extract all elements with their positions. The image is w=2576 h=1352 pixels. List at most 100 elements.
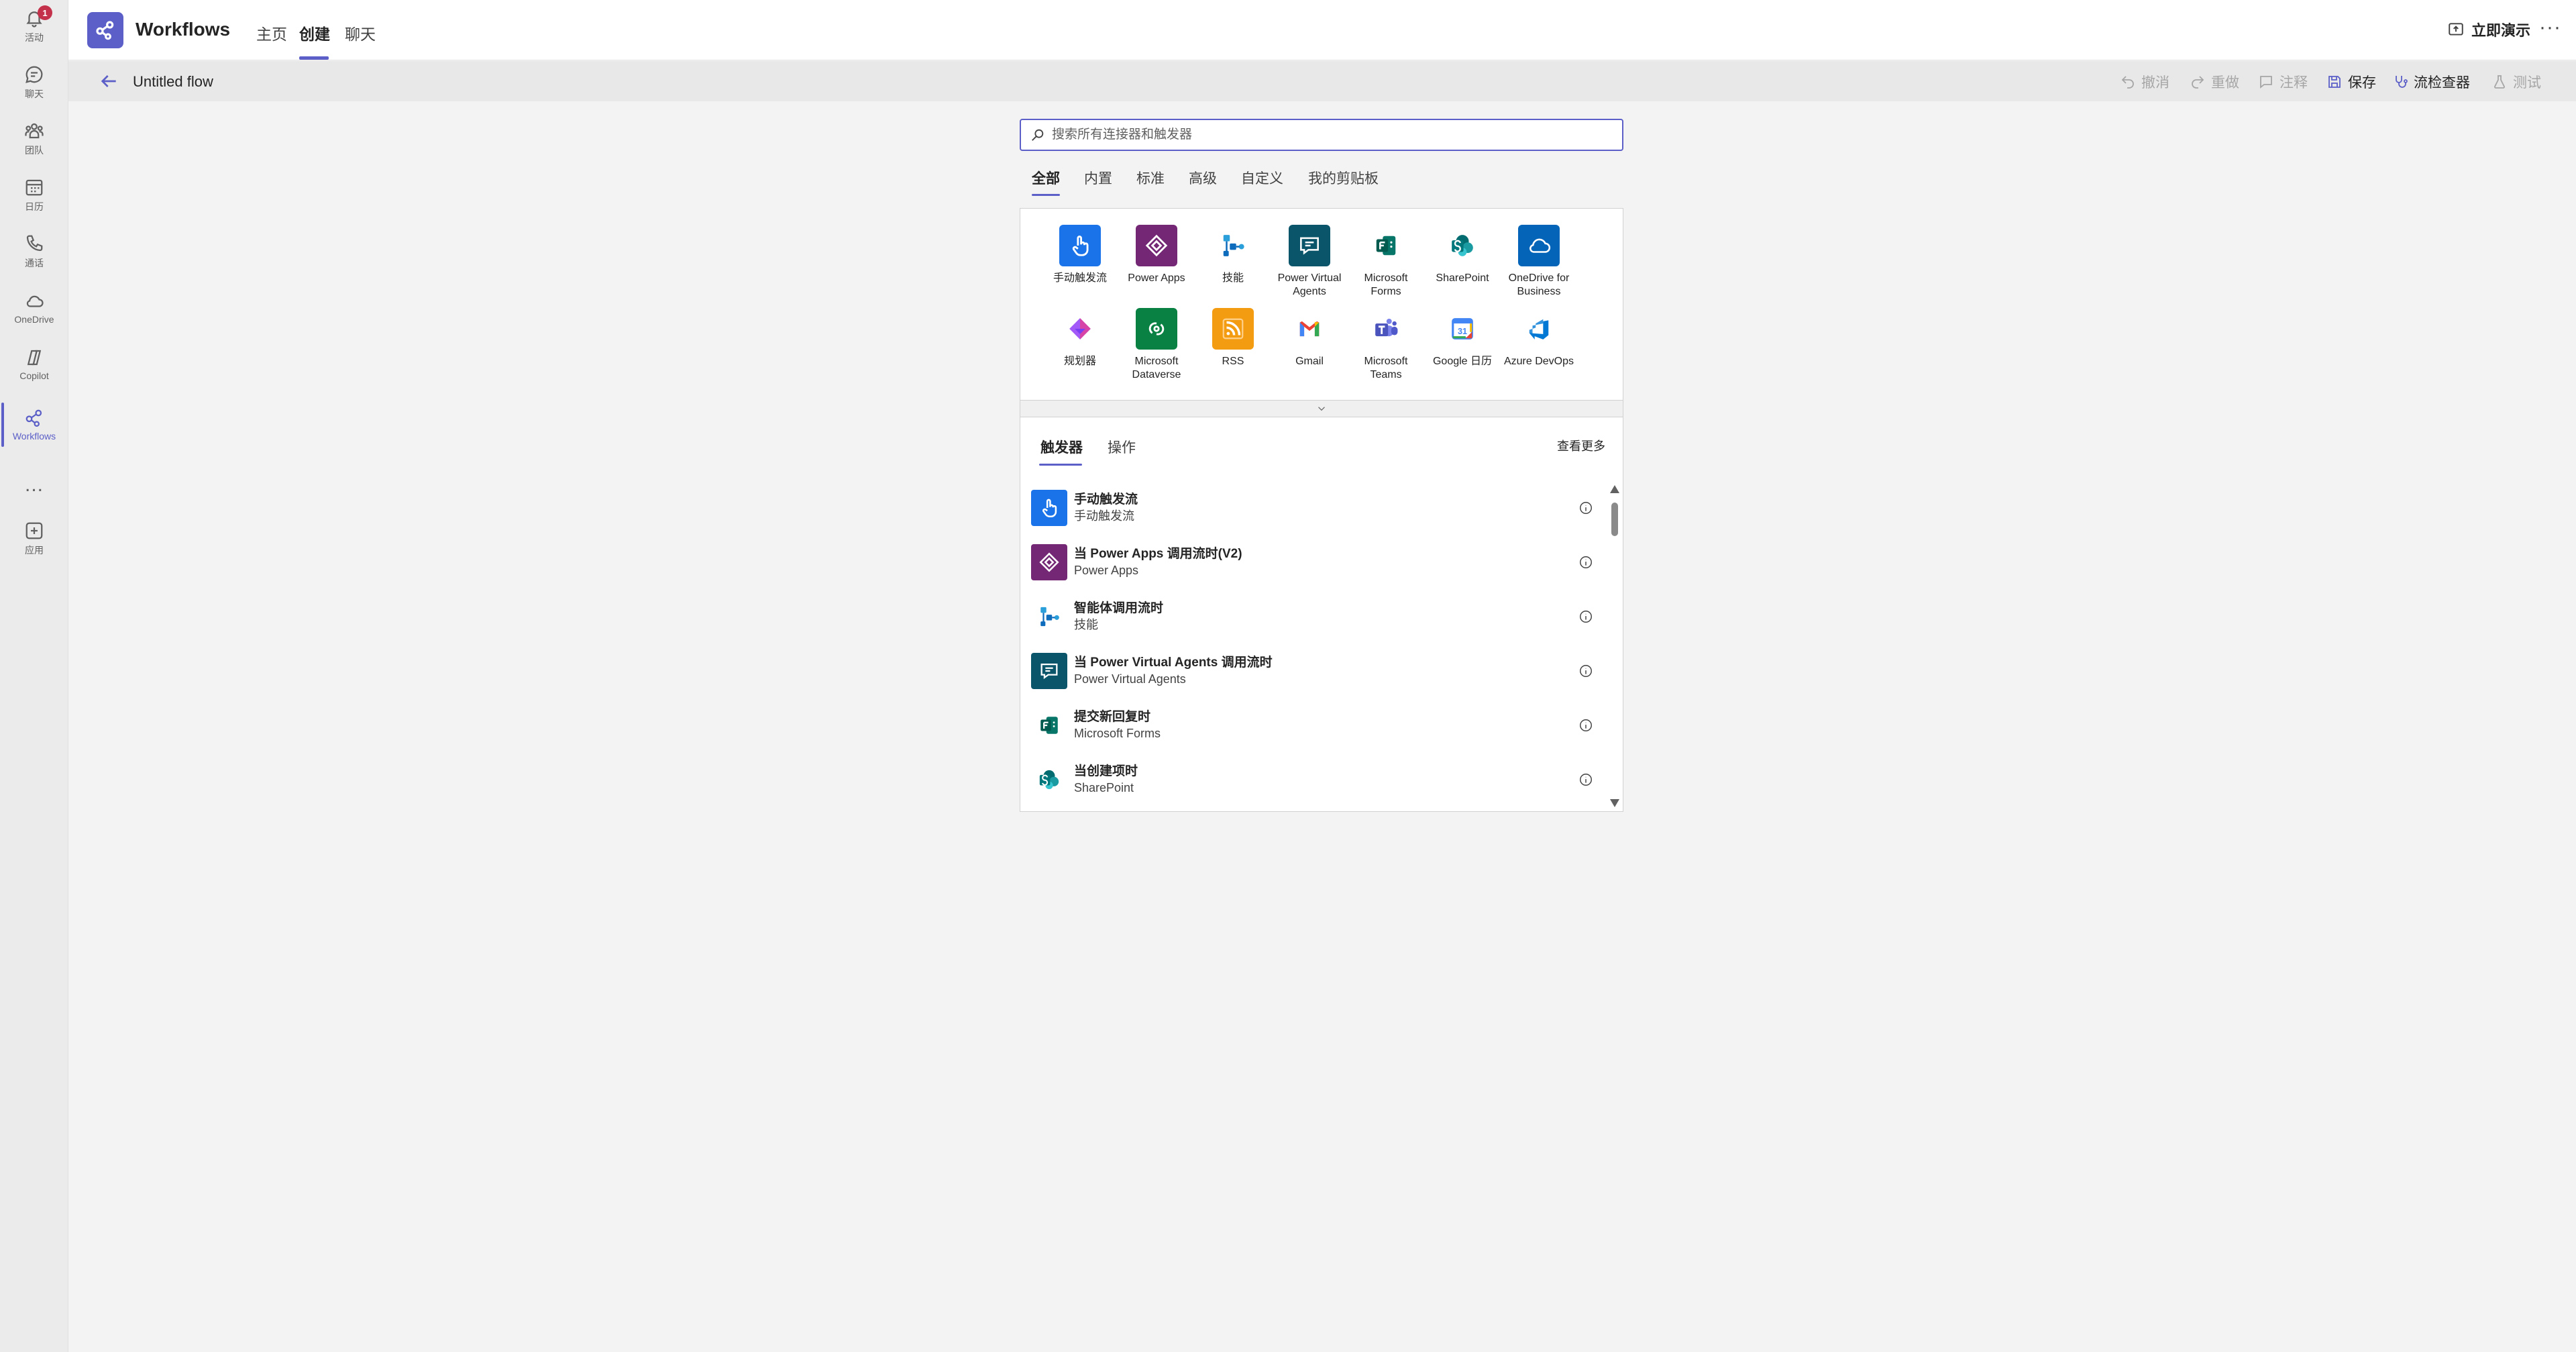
gmail-icon	[1289, 308, 1330, 350]
save-button[interactable]: 保存	[2326, 72, 2376, 92]
trigger-item[interactable]: 当 Power Virtual Agents 调用流时 Power Virtua…	[1031, 649, 1601, 692]
comment-button[interactable]: 注释	[2258, 72, 2308, 92]
hand-tap-icon	[1031, 490, 1067, 526]
rail-item-calendar[interactable]: 日历	[0, 169, 68, 221]
scroll-down-arrow-icon[interactable]	[1610, 799, 1619, 807]
info-icon[interactable]	[1578, 501, 1593, 515]
google-calendar-icon: 31	[1442, 308, 1483, 350]
redo-button[interactable]: 重做	[2190, 72, 2239, 92]
info-icon[interactable]	[1578, 772, 1593, 787]
rail-item-chat[interactable]: 聊天	[0, 56, 68, 109]
connector-planner[interactable]: 规划器	[1043, 308, 1117, 368]
save-label: 保存	[2348, 75, 2376, 91]
tab-home[interactable]: 主页	[256, 21, 287, 44]
search-input[interactable]	[1052, 127, 1602, 142]
trigger-title: 当 Power Apps 调用流时(V2)	[1074, 547, 1242, 561]
tab-actions[interactable]: 操作	[1108, 437, 1136, 457]
trigger-item[interactable]: 当 Power Apps 调用流时(V2) Power Apps	[1031, 541, 1601, 584]
trigger-item[interactable]: 智能体调用流时 技能	[1031, 595, 1601, 638]
rail-label: 日历	[25, 201, 44, 212]
forms-icon	[1365, 225, 1407, 266]
connector-manual-trigger[interactable]: 手动触发流	[1043, 225, 1117, 285]
rail-label: 应用	[25, 545, 44, 556]
tab-premium[interactable]: 高级	[1189, 168, 1217, 188]
rail-label: Workflows	[12, 431, 56, 441]
connector-azure-devops[interactable]: Azure DevOps	[1502, 308, 1576, 368]
present-now-label: 立即演示	[2471, 22, 2530, 39]
connector-panel: 手动触发流 Power Apps 技能 Power Virtual Agents…	[1020, 208, 1623, 812]
connector-power-virtual-agents[interactable]: Power Virtual Agents	[1273, 225, 1346, 299]
connector-sharepoint[interactable]: SharePoint	[1426, 225, 1499, 285]
forms-icon	[1031, 707, 1067, 743]
trigger-title: 提交新回复时	[1074, 710, 1151, 724]
collapse-connectors-button[interactable]	[1020, 400, 1623, 417]
rail-item-workflows[interactable]: Workflows	[0, 399, 68, 451]
connector-label: 技能	[1222, 272, 1244, 284]
see-more-link[interactable]: 查看更多	[1557, 437, 1605, 454]
info-icon[interactable]	[1578, 664, 1593, 678]
trigger-item[interactable]: 手动触发流 手动触发流	[1031, 486, 1601, 529]
skills-icon	[1212, 225, 1254, 266]
test-button[interactable]: 测试	[2491, 72, 2541, 92]
trigger-list-scrollbar[interactable]	[1609, 485, 1620, 807]
chat-icon	[25, 66, 43, 83]
save-icon	[2328, 76, 2341, 88]
flow-name[interactable]: Untitled flow	[133, 73, 213, 91]
trigger-subtitle: Microsoft Forms	[1074, 727, 1161, 740]
flow-checker-button[interactable]: 流检查器	[2392, 72, 2470, 92]
connector-rss[interactable]: RSS	[1196, 308, 1270, 368]
tab-all[interactable]: 全部	[1032, 168, 1060, 188]
info-icon[interactable]	[1578, 609, 1593, 624]
sharepoint-icon	[1442, 225, 1483, 266]
tab-chat[interactable]: 聊天	[345, 21, 376, 44]
rail-item-calls[interactable]: 通话	[0, 225, 68, 278]
trigger-item[interactable]: 当创建项时 SharePoint	[1031, 758, 1601, 801]
rail-label: 通话	[25, 258, 44, 268]
info-icon[interactable]	[1578, 718, 1593, 733]
connector-skills[interactable]: 技能	[1196, 225, 1270, 285]
scroll-thumb[interactable]	[1611, 503, 1618, 536]
undo-button[interactable]: 撤消	[2120, 72, 2169, 92]
notification-badge: 1	[38, 5, 52, 20]
tab-triggers[interactable]: 触发器	[1040, 437, 1083, 457]
workflows-logo	[87, 12, 123, 48]
trigger-item[interactable]: 提交新回复时 Microsoft Forms	[1031, 704, 1601, 747]
connector-google-calendar[interactable]: 31 Google 日历	[1426, 308, 1499, 368]
connector-gmail[interactable]: Gmail	[1273, 308, 1346, 368]
copilot-icon	[27, 350, 42, 366]
connector-dataverse[interactable]: Microsoft Dataverse	[1120, 308, 1193, 382]
tab-builtin[interactable]: 内置	[1084, 168, 1112, 188]
info-icon[interactable]	[1578, 555, 1593, 570]
connector-onedrive-business[interactable]: OneDrive for Business	[1502, 225, 1576, 299]
rail-item-onedrive[interactable]: OneDrive	[0, 282, 68, 334]
tab-create[interactable]: 创建	[299, 21, 330, 44]
connector-search	[1020, 119, 1623, 151]
rail-item-copilot[interactable]: Copilot	[0, 338, 68, 391]
tab-standard[interactable]: 标准	[1136, 168, 1165, 188]
rail-label: 活动	[25, 32, 44, 43]
connector-power-apps[interactable]: Power Apps	[1120, 225, 1193, 285]
power-apps-icon	[1136, 225, 1177, 266]
connector-microsoft-teams[interactable]: Microsoft Teams	[1349, 308, 1423, 382]
more-icon: ...	[24, 474, 44, 496]
active-subtab-indicator	[1039, 464, 1082, 466]
rail-label: Copilot	[19, 370, 49, 381]
rss-icon	[1212, 308, 1254, 350]
add-app-icon	[25, 522, 43, 539]
scroll-up-arrow-icon[interactable]	[1610, 485, 1619, 493]
tab-custom[interactable]: 自定义	[1241, 168, 1283, 188]
tab-my-clipboard[interactable]: 我的剪贴板	[1308, 168, 1379, 188]
rail-item-teams[interactable]: 团队	[0, 113, 68, 165]
trigger-text: 提交新回复时 Microsoft Forms	[1074, 709, 1578, 741]
trigger-subtitle: SharePoint	[1074, 781, 1134, 794]
connector-label: Google 日历	[1432, 356, 1493, 367]
more-options-icon[interactable]: ···	[2539, 16, 2561, 39]
back-button[interactable]	[98, 70, 119, 92]
trigger-title: 当 Power Virtual Agents 调用流时	[1074, 656, 1273, 670]
rail-item-apps[interactable]: 应用	[0, 513, 68, 565]
present-now-button[interactable]: 立即演示	[2447, 19, 2530, 40]
rail-more-apps[interactable]: ...	[0, 455, 68, 515]
rail-item-activity[interactable]: 活动 1	[0, 0, 68, 52]
connector-label: Microsoft Forms	[1364, 272, 1408, 297]
connector-microsoft-forms[interactable]: Microsoft Forms	[1349, 225, 1423, 299]
